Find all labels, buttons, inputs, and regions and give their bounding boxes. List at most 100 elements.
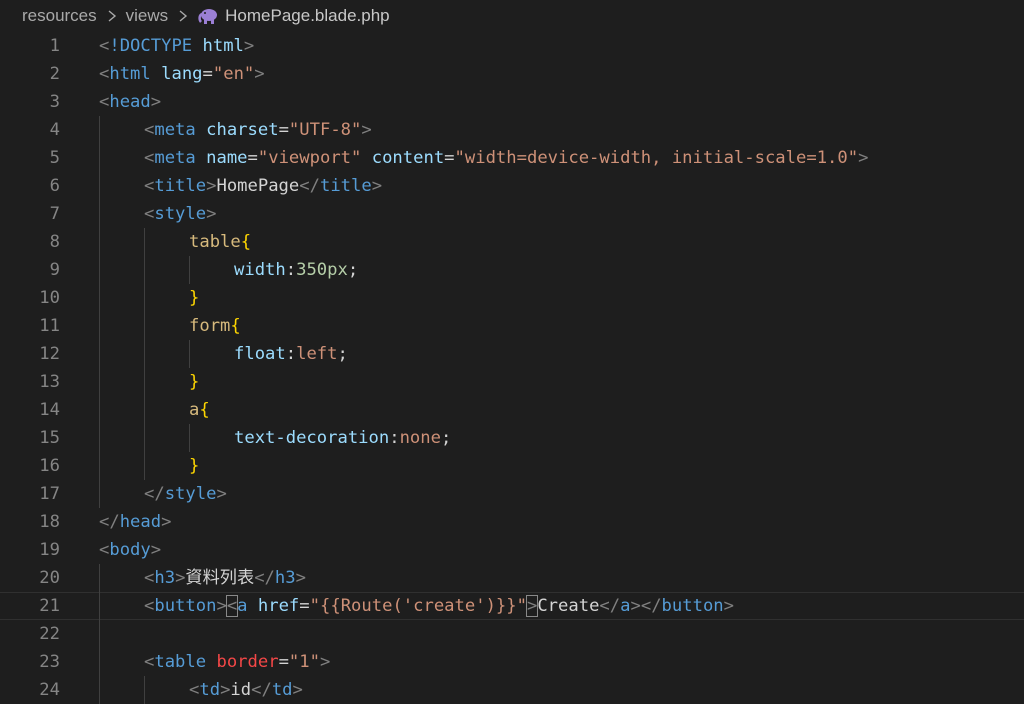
indent-guide xyxy=(99,564,100,704)
code-token: Create xyxy=(537,596,600,616)
code-token: = xyxy=(444,148,455,168)
line-code: <body> xyxy=(99,536,161,564)
code-line[interactable]: 6 <title>HomePage</title> xyxy=(0,172,1024,200)
code-line[interactable]: 24 <td>id</td> xyxy=(0,676,1024,704)
code-line[interactable]: 19 <body> xyxy=(0,536,1024,564)
code-line[interactable]: 12 float:left; xyxy=(0,340,1024,368)
line-number: 17 xyxy=(39,484,60,504)
code-token: < xyxy=(144,148,155,168)
code-token: > xyxy=(206,204,217,224)
code-token: </ xyxy=(144,484,165,504)
code-editor[interactable]: 1 <!DOCTYPE html> 2 <html lang="en"> 3 <head>… xyxy=(0,32,1024,704)
line-number: 22 xyxy=(39,624,60,644)
code-token: id xyxy=(230,680,252,700)
code-line[interactable]: 16} xyxy=(0,452,1024,480)
line-code: } xyxy=(189,452,199,480)
breadcrumb-file[interactable]: HomePage.blade.php xyxy=(225,6,389,26)
indent-guide xyxy=(189,424,190,452)
code-line[interactable]: 11 form{ xyxy=(0,312,1024,340)
line-code: <!DOCTYPE html> xyxy=(99,32,254,60)
code-token: head xyxy=(119,512,162,532)
line-code: <h3>資料列表</h3> xyxy=(144,564,306,592)
indent-guide xyxy=(189,256,190,284)
code-token: style xyxy=(164,484,217,504)
code-line[interactable]: 3 <head> xyxy=(0,88,1024,116)
code-token: "1" xyxy=(288,652,320,672)
line-number: 7 xyxy=(49,204,60,224)
line-number: 10 xyxy=(39,288,60,308)
code-token: < xyxy=(225,595,239,617)
code-token: > xyxy=(150,540,162,560)
code-line[interactable]: 22 xyxy=(0,620,1024,648)
code-line[interactable]: 13} xyxy=(0,368,1024,396)
line-number: 12 xyxy=(39,344,60,364)
code-token: td xyxy=(271,680,293,700)
line-number: 24 xyxy=(39,680,60,700)
code-token: > xyxy=(525,595,539,617)
line-code: <head> xyxy=(99,88,161,116)
code-token: left xyxy=(296,344,338,364)
line-code: <meta charset="UTF-8"> xyxy=(144,116,372,144)
code-token: </ xyxy=(640,596,662,616)
line-number: 3 xyxy=(49,92,60,112)
line-number: 18 xyxy=(39,512,60,532)
php-elephant-icon xyxy=(197,7,219,25)
code-token: : xyxy=(285,260,297,280)
indent-guide xyxy=(144,676,145,704)
breadcrumb-views[interactable]: views xyxy=(126,6,169,26)
line-code: a{ xyxy=(189,396,210,424)
line-code: text-decoration:none; xyxy=(234,424,451,452)
code-line[interactable]: 1 <!DOCTYPE html> xyxy=(0,32,1024,60)
indent-guide xyxy=(99,116,100,508)
indent-guide xyxy=(189,340,190,368)
code-token: body xyxy=(109,540,151,560)
code-token: > xyxy=(319,652,331,672)
code-token: a xyxy=(237,596,248,616)
code-token: = xyxy=(299,596,310,616)
code-line[interactable]: 5 <meta name="viewport" content="width=de… xyxy=(0,144,1024,172)
code-line[interactable]: 20 <h3>資料列表</h3> xyxy=(0,564,1024,592)
code-line[interactable]: 2 <html lang="en"> xyxy=(0,60,1024,88)
code-token: width xyxy=(234,260,286,280)
line-code: <button><a href="{{Route('create')}}">Cr… xyxy=(144,593,734,619)
code-token: 資料列表 xyxy=(185,568,255,588)
line-number: 11 xyxy=(39,316,60,336)
code-line[interactable]: 15 text-decoration:none; xyxy=(0,424,1024,452)
code-line[interactable]: 23 <table border="1"> xyxy=(0,648,1024,676)
code-token: < xyxy=(144,596,155,616)
code-line[interactable]: 4 <meta charset="UTF-8"> xyxy=(0,116,1024,144)
line-number: 9 xyxy=(49,260,60,280)
code-token: < xyxy=(144,652,155,672)
code-token: text-decoration xyxy=(234,428,390,448)
code-line[interactable]: 17 </style> xyxy=(0,480,1024,508)
code-line[interactable]: 9 width:350px; xyxy=(0,256,1024,284)
code-line[interactable]: 18 </head> xyxy=(0,508,1024,536)
line-number: 1 xyxy=(49,36,60,56)
code-token: = xyxy=(202,64,213,84)
code-token: > xyxy=(630,596,641,616)
breadcrumb-resources[interactable]: resources xyxy=(22,6,97,26)
code-token: ; xyxy=(347,260,359,280)
code-token: < xyxy=(144,568,155,588)
code-line[interactable]: 10} xyxy=(0,284,1024,312)
code-line[interactable]: 21 <button><a href="{{Route('create')}}">… xyxy=(0,592,1024,620)
line-code: table{ xyxy=(189,228,251,256)
code-line[interactable]: 7 <style> xyxy=(0,200,1024,228)
code-token: < xyxy=(144,120,155,140)
code-token: } xyxy=(189,288,200,308)
code-line[interactable]: 8 table{ xyxy=(0,228,1024,256)
code-token: h3 xyxy=(154,568,176,588)
line-number: 15 xyxy=(39,428,60,448)
code-token: { xyxy=(240,232,252,252)
code-token: table xyxy=(189,232,241,252)
code-token: name xyxy=(206,148,248,168)
code-token: </ xyxy=(99,512,120,532)
code-token: "UTF-8" xyxy=(288,120,362,140)
line-number: 14 xyxy=(39,400,60,420)
line-number: 6 xyxy=(49,176,60,196)
code-line[interactable]: 14 a{ xyxy=(0,396,1024,424)
code-token: a xyxy=(189,400,200,420)
